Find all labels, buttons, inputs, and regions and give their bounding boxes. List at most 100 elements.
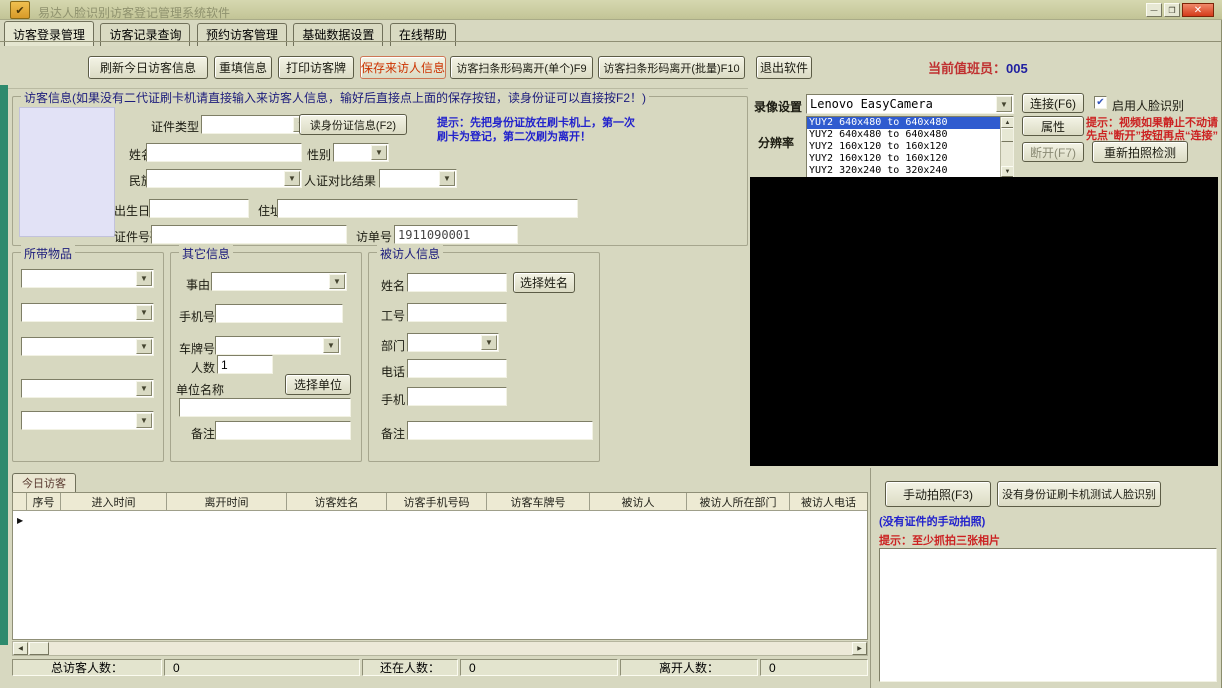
camera-connect-button[interactable]: 连接(F6) — [1022, 93, 1084, 113]
refill-info-button[interactable]: 重填信息 — [214, 56, 272, 79]
choose-name-button[interactable]: 选择姓名 — [513, 272, 575, 293]
grid-column-header[interactable]: 离开时间 — [167, 493, 287, 511]
scroll-right-button[interactable]: ▶ — [852, 642, 867, 655]
operator-label: 当前值班员： — [928, 61, 1007, 76]
resolution-option[interactable]: YUY2 160x120 to 160x120 — [807, 141, 1013, 153]
camera-property-button[interactable]: 属性 — [1022, 116, 1084, 136]
grid-column-header[interactable]: 被访人电话 — [790, 493, 867, 511]
grid-column-header[interactable]: 访客手机号码 — [387, 493, 487, 511]
choose-unit-button[interactable]: 选择单位 — [285, 374, 351, 395]
id-number-input[interactable] — [151, 225, 347, 244]
resolution-option-selected[interactable]: YUY2 640x480 to 640x480 — [807, 117, 1013, 129]
chevron-down-icon[interactable]: ▼ — [136, 339, 152, 354]
work-number-input[interactable] — [407, 303, 507, 322]
tab-record-query[interactable]: 访客记录查询 — [100, 23, 191, 46]
grid-column-header[interactable]: 访客姓名 — [287, 493, 387, 511]
gender-label: 性别 — [307, 148, 332, 162]
titlebar[interactable]: ✔ 易达人脸识别访客登记管理系统软件 — ❐ ✕ — [0, 0, 1222, 20]
manual-photo-note: (没有证件的手动拍照) — [879, 516, 986, 528]
leave-batch-button[interactable]: 访客扫条形码离开(批量)F10 — [598, 56, 745, 79]
chevron-down-icon[interactable]: ▼ — [323, 338, 339, 353]
visit-number-input[interactable] — [394, 225, 518, 244]
chevron-down-icon[interactable]: ▼ — [136, 413, 152, 428]
chevron-down-icon[interactable]: ▼ — [481, 335, 497, 350]
hscroll-thumb[interactable] — [29, 642, 49, 655]
app-icon: ✔ — [10, 1, 30, 19]
face-test-button[interactable]: 没有身份证刷卡机测试人脸识别 — [997, 481, 1161, 507]
scroll-down-button[interactable]: ▼ — [1001, 166, 1013, 177]
address-input[interactable] — [277, 199, 578, 218]
id-type-combo[interactable]: ▼ — [201, 115, 311, 134]
maximize-icon: ❐ — [1168, 5, 1176, 15]
carried-item-combo-5[interactable]: ▼ — [21, 411, 154, 430]
read-id-card-button[interactable]: 读身份证信息(F2) — [299, 114, 407, 135]
grid-column-header[interactable]: 访客车牌号 — [487, 493, 590, 511]
birth-date-input[interactable] — [149, 199, 249, 218]
visited-name-input[interactable] — [407, 273, 507, 292]
grid-column-header[interactable]: 进入时间 — [61, 493, 167, 511]
grid-column-header[interactable]: 被访人所在部门 — [687, 493, 790, 511]
today-visitors-tab[interactable]: 今日访客 — [12, 473, 76, 492]
resolution-listbox[interactable]: YUY2 640x480 to 640x480 YUY2 640x480 to … — [806, 116, 1014, 178]
chevron-down-icon[interactable]: ▼ — [136, 271, 152, 286]
chevron-down-icon[interactable]: ▼ — [329, 274, 345, 289]
recheck-photo-button[interactable]: 重新拍照检测 — [1092, 141, 1188, 163]
chevron-down-icon[interactable]: ▼ — [371, 145, 387, 160]
left-count-label: 离开人数： — [658, 661, 719, 675]
carried-item-combo-4[interactable]: ▼ — [21, 379, 154, 398]
face-match-combo[interactable]: ▼ — [379, 169, 457, 188]
telephone-input[interactable] — [407, 359, 507, 378]
resolution-option[interactable]: YUY2 640x480 to 640x480 — [807, 129, 1013, 141]
camera-disconnect-button[interactable]: 断开(F7) — [1022, 142, 1084, 162]
photo-list-box[interactable] — [879, 548, 1217, 682]
leave-single-button[interactable]: 访客扫条形码离开(单个)F9 — [450, 56, 593, 79]
face-recognition-label: 启用人脸识别 — [1112, 99, 1185, 113]
plate-number-combo[interactable]: ▼ — [215, 336, 341, 355]
maximize-button[interactable]: ❐ — [1164, 3, 1180, 17]
scrollbar-thumb[interactable] — [1001, 128, 1013, 142]
exit-button[interactable]: 退出软件 — [756, 56, 812, 79]
close-button[interactable]: ✕ — [1182, 3, 1214, 17]
photo-panel: 手动拍照(F3) 没有身份证刷卡机测试人脸识别 (没有证件的手动拍照) 提示：至… — [870, 468, 1222, 688]
name-input[interactable] — [146, 143, 302, 162]
scroll-up-button[interactable]: ▲ — [1001, 117, 1013, 128]
grid-column-header[interactable]: 序号 — [27, 493, 61, 511]
gender-combo[interactable]: ▼ — [333, 143, 389, 162]
nation-combo[interactable]: ▼ — [146, 169, 302, 188]
resolution-scrollbar[interactable]: ▲ ▼ — [1000, 117, 1013, 177]
resolution-option[interactable]: YUY2 320x240 to 320x240 — [807, 165, 1013, 177]
refresh-today-button[interactable]: 刷新今日访客信息 — [88, 56, 208, 79]
carried-item-combo-3[interactable]: ▼ — [21, 337, 154, 356]
chevron-down-icon[interactable]: ▼ — [439, 171, 455, 186]
grid-body[interactable]: ▶ — [13, 511, 867, 639]
save-visitor-button[interactable]: 保存来访人信息 — [360, 56, 446, 79]
chevron-down-icon[interactable]: ▼ — [136, 381, 152, 396]
other-remark-input[interactable] — [215, 421, 351, 440]
tab-reservation[interactable]: 预约访客管理 — [196, 23, 287, 46]
visited-remark-input[interactable] — [407, 421, 593, 440]
face-recognition-checkbox[interactable]: ✔ — [1094, 96, 1107, 109]
camera-device-combo[interactable]: Lenovo EasyCamera ▼ — [806, 94, 1014, 114]
grid-column-header[interactable]: 被访人 — [590, 493, 687, 511]
department-combo[interactable]: ▼ — [407, 333, 499, 352]
scroll-left-button[interactable]: ◀ — [13, 642, 28, 655]
manual-photo-button[interactable]: 手动拍照(F3) — [885, 481, 991, 507]
chevron-down-icon[interactable]: ▼ — [284, 171, 300, 186]
visit-reason-combo[interactable]: ▼ — [211, 272, 347, 291]
chevron-down-icon[interactable]: ▼ — [136, 305, 152, 320]
mobile-input[interactable] — [407, 387, 507, 406]
tab-base-data[interactable]: 基础数据设置 — [293, 23, 384, 46]
tab-visitor-login[interactable]: 访客登录管理 — [4, 21, 95, 46]
unit-name-input[interactable] — [179, 398, 351, 417]
carried-item-combo-1[interactable]: ▼ — [21, 269, 154, 288]
print-badge-button[interactable]: 打印访客牌 — [278, 56, 354, 79]
carried-item-combo-2[interactable]: ▼ — [21, 303, 154, 322]
resolution-option[interactable]: YUY2 160x120 to 160x120 — [807, 153, 1013, 165]
department-label: 部门 — [381, 339, 406, 353]
tab-online-help[interactable]: 在线帮助 — [389, 23, 456, 46]
grid-hscrollbar[interactable]: ◀ ▶ — [12, 641, 868, 656]
visitor-phone-input[interactable] — [215, 304, 343, 323]
people-count-input[interactable] — [217, 355, 273, 374]
minimize-button[interactable]: — — [1146, 3, 1162, 17]
chevron-down-icon[interactable]: ▼ — [996, 96, 1012, 112]
